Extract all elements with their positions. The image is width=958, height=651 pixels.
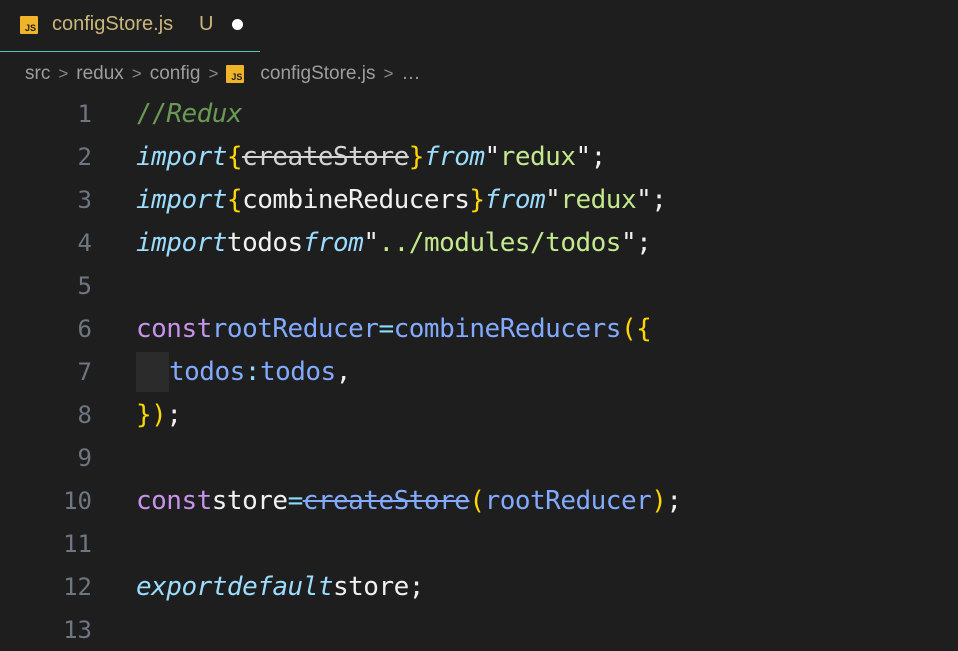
tab-bar: JS configStore.js U	[0, 0, 958, 52]
quote: "	[484, 141, 501, 172]
code-line[interactable]: 5	[0, 264, 958, 307]
semicolon: ;	[590, 141, 607, 172]
git-status-badge: U	[199, 13, 214, 35]
chevron-right-icon: >	[383, 64, 394, 83]
line-number: 13	[63, 615, 92, 644]
line-number: 5	[77, 271, 92, 300]
quote: "	[545, 184, 561, 215]
line-number: 1	[77, 99, 92, 128]
brace: {	[226, 184, 243, 215]
brace: }	[469, 184, 485, 215]
code-line[interactable]: 2 import { createStore } from " redux ";	[0, 135, 958, 178]
quote: "	[620, 227, 637, 258]
semicolon: ;	[408, 571, 425, 602]
line-number: 10	[63, 486, 92, 515]
brace: }	[408, 141, 425, 172]
semicolon: ;	[636, 227, 652, 258]
chevron-right-icon: >	[131, 64, 142, 83]
quote: "	[636, 184, 652, 215]
code-line[interactable]: 7 todos: todos,	[0, 350, 958, 393]
line-number: 3	[77, 185, 92, 214]
variable: store	[211, 485, 288, 516]
line-number: 11	[63, 529, 92, 558]
paren: )	[651, 485, 667, 516]
operator: =	[378, 313, 394, 344]
semicolon: ;	[166, 399, 182, 430]
line-number: 12	[63, 572, 92, 601]
line-number: 6	[77, 314, 92, 343]
breadcrumb-more[interactable]: …	[401, 63, 420, 85]
string-literal: ../modules/todos	[378, 227, 621, 258]
code-line[interactable]: 3 import { combineReducers } from " redux…	[0, 178, 958, 221]
breadcrumb-item-redux[interactable]: redux	[76, 63, 124, 85]
variable: rootReducer	[211, 313, 379, 344]
deprecated-function-call: createStore	[302, 485, 470, 516]
breadcrumb: src > redux > config > JS configStore.js…	[25, 60, 420, 88]
tab-configstore[interactable]: JS configStore.js U	[0, 0, 260, 52]
code-line[interactable]: 13	[0, 608, 958, 651]
code-line[interactable]: 10 const store = createStore(rootReducer…	[0, 479, 958, 522]
line-number: 7	[77, 357, 92, 386]
comment-text: Redux	[166, 98, 243, 129]
comment-slashes: //	[136, 98, 167, 129]
brace: })	[136, 399, 167, 430]
semicolon: ;	[666, 485, 682, 516]
keyword-import: import	[136, 227, 227, 258]
identifier: combineReducers	[242, 184, 470, 215]
line-number: 2	[77, 142, 92, 171]
code-line[interactable]: 1 //Redux	[0, 92, 958, 135]
paren: (	[469, 485, 485, 516]
quote: "	[363, 227, 379, 258]
string-literal: redux	[499, 141, 576, 172]
brace: {	[226, 141, 243, 172]
line-number: 8	[77, 400, 92, 429]
code-line[interactable]: 11	[0, 522, 958, 565]
line-number: 9	[77, 443, 92, 472]
keyword-const: const	[136, 313, 212, 344]
quote: "	[575, 141, 591, 172]
keyword-from: from	[423, 141, 485, 172]
property-value: todos	[259, 356, 336, 387]
tab-title: configStore.js	[52, 13, 174, 35]
code-line[interactable]: 8 });	[0, 393, 958, 436]
brace: ({	[620, 313, 652, 344]
colon: :	[244, 356, 261, 387]
identifier: store	[333, 571, 409, 602]
line-number: 4	[77, 228, 92, 257]
code-line[interactable]: 4 import todos from " ../modules/todos ";	[0, 221, 958, 264]
js-file-icon: JS	[226, 65, 245, 83]
keyword-export: export	[136, 571, 227, 602]
unsaved-dot-icon[interactable]	[232, 19, 243, 30]
js-file-icon: JS	[20, 16, 38, 34]
code-line[interactable]: 6 const rootReducer = combineReducers({	[0, 307, 958, 350]
identifier: todos	[226, 227, 303, 258]
keyword-from: from	[484, 184, 546, 215]
keyword-import: import	[136, 184, 227, 215]
string-literal: redux	[560, 184, 637, 215]
semicolon: ;	[651, 184, 667, 215]
breadcrumb-item-src[interactable]: src	[25, 63, 50, 85]
property-key: todos	[169, 356, 245, 387]
argument: rootReducer	[484, 485, 652, 516]
function-call: combineReducers	[393, 313, 622, 344]
deprecated-identifier: createStore	[242, 141, 409, 172]
keyword-from: from	[302, 227, 364, 258]
code-line[interactable]: 12 export default store;	[0, 565, 958, 608]
indent-guide	[136, 351, 169, 392]
breadcrumb-item-file[interactable]: configStore.js	[260, 63, 375, 85]
keyword-default: default	[226, 571, 334, 602]
keyword-const: const	[136, 485, 212, 516]
breadcrumb-item-config[interactable]: config	[150, 63, 201, 85]
operator: =	[287, 485, 304, 516]
chevron-right-icon: >	[208, 64, 219, 83]
code-editor[interactable]: 1 //Redux 2 import { createStore } from …	[0, 92, 958, 644]
comma: ,	[335, 356, 352, 387]
keyword-import: import	[136, 141, 227, 172]
chevron-right-icon: >	[58, 64, 69, 83]
code-line[interactable]: 9	[0, 436, 958, 479]
